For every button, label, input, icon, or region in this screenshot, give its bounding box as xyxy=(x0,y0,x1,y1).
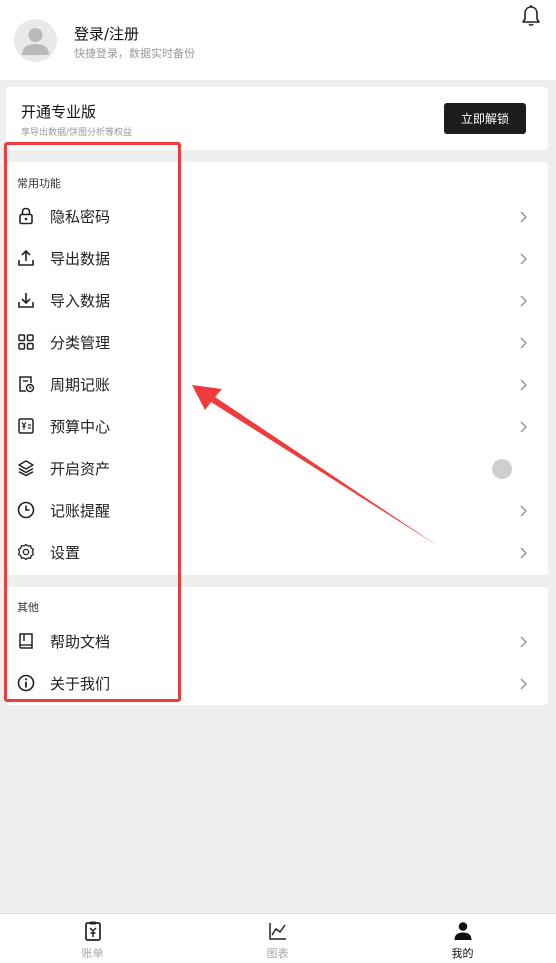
tab-mine[interactable]: 我的 xyxy=(370,914,555,963)
menu-item-privacy-password[interactable]: 隐私密码 xyxy=(6,196,548,238)
chevron-right-icon xyxy=(518,503,528,519)
lock-icon xyxy=(16,206,36,226)
menu-item-bookkeeping-reminder[interactable]: 记账提醒 xyxy=(6,490,548,532)
info-icon xyxy=(16,673,36,693)
menu-item-category-management[interactable]: 分类管理 xyxy=(6,322,548,364)
tab-label: 账单 xyxy=(81,947,104,960)
upload-icon xyxy=(16,248,36,268)
profile-header[interactable]: 登录/注册 快捷登录，数据实时备份 xyxy=(0,0,556,80)
chevron-right-icon xyxy=(518,335,528,351)
gear-icon xyxy=(16,542,36,562)
section-title-other: 其他 xyxy=(17,601,39,614)
menu-item-budget-center[interactable]: 预算中心 xyxy=(6,406,548,448)
menu-item-enable-assets: 开启资产 xyxy=(6,448,548,490)
bottom-tab-bar: 账单 图表 我的 xyxy=(0,913,556,963)
menu-label: 周期记账 xyxy=(50,376,111,394)
chevron-right-icon xyxy=(518,251,528,267)
other-section: 其他 帮助文档 关于我们 xyxy=(6,587,548,705)
book-icon xyxy=(16,631,36,651)
avatar-icon[interactable] xyxy=(14,19,57,62)
person-icon xyxy=(452,920,474,942)
bill-icon xyxy=(82,920,104,942)
menu-label: 关于我们 xyxy=(50,675,111,693)
tab-charts[interactable]: 图表 xyxy=(185,914,370,963)
chevron-right-icon xyxy=(518,209,528,225)
grid-icon xyxy=(16,332,36,352)
enable-assets-toggle[interactable] xyxy=(492,459,512,479)
menu-item-help-docs[interactable]: 帮助文档 xyxy=(6,621,548,663)
menu-label: 隐私密码 xyxy=(50,208,111,226)
common-functions-section: 常用功能 隐私密码 导出数据 导入数据 分类管理 周期记账 预算中心 开启资产 … xyxy=(6,162,548,575)
menu-item-about-us[interactable]: 关于我们 xyxy=(6,663,548,705)
tab-label: 图表 xyxy=(266,947,289,960)
menu-item-export-data[interactable]: 导出数据 xyxy=(6,238,548,280)
section-title-common: 常用功能 xyxy=(17,177,61,190)
tab-label: 我的 xyxy=(451,947,474,960)
layers-icon xyxy=(16,458,36,478)
calendar-clock-icon xyxy=(16,374,36,394)
unlock-now-button[interactable]: 立即解锁 xyxy=(444,103,526,134)
bell-icon[interactable] xyxy=(520,4,542,28)
pro-subtitle: 享导出数据/饼图分析等权益 xyxy=(21,128,133,138)
login-subtitle: 快捷登录，数据实时备份 xyxy=(74,47,195,60)
budget-icon xyxy=(16,416,36,436)
menu-label: 导入数据 xyxy=(50,292,111,310)
menu-label: 帮助文档 xyxy=(50,633,111,651)
chevron-right-icon xyxy=(518,419,528,435)
menu-label: 预算中心 xyxy=(50,418,111,436)
pro-upgrade-card: 开通专业版 享导出数据/饼图分析等权益 立即解锁 xyxy=(6,87,548,150)
menu-label: 记账提醒 xyxy=(50,502,111,520)
menu-label: 设置 xyxy=(50,544,81,562)
menu-item-import-data[interactable]: 导入数据 xyxy=(6,280,548,322)
menu-label: 导出数据 xyxy=(50,250,111,268)
chevron-right-icon xyxy=(518,545,528,561)
login-register-link[interactable]: 登录/注册 xyxy=(74,23,139,44)
chevron-right-icon xyxy=(518,676,528,692)
chevron-right-icon xyxy=(518,377,528,393)
chevron-right-icon xyxy=(518,634,528,650)
tab-bills[interactable]: 账单 xyxy=(0,914,185,963)
clock-icon xyxy=(16,500,36,520)
chevron-right-icon xyxy=(518,293,528,309)
menu-item-recurring-records[interactable]: 周期记账 xyxy=(6,364,548,406)
chart-icon xyxy=(267,920,289,942)
menu-item-settings[interactable]: 设置 xyxy=(6,532,548,574)
download-icon xyxy=(16,290,36,310)
menu-label: 分类管理 xyxy=(50,334,111,352)
pro-title: 开通专业版 xyxy=(21,103,97,121)
menu-label: 开启资产 xyxy=(50,460,111,478)
